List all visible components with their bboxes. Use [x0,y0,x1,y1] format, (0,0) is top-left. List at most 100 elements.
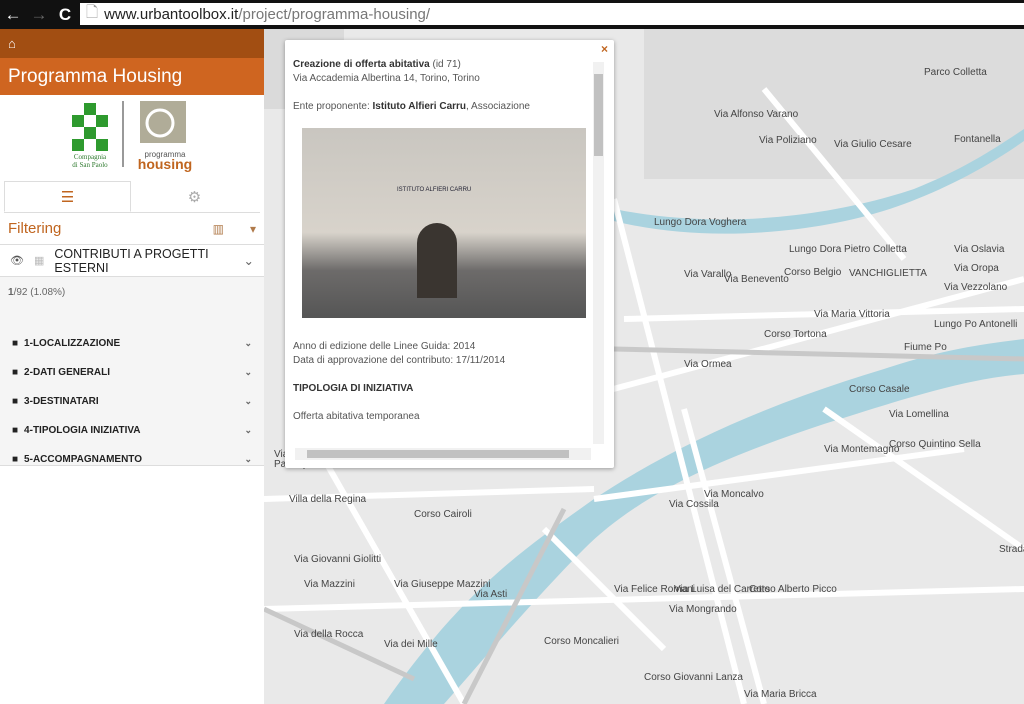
folder-icon: ■ [12,367,19,378]
horizontal-scrollbar[interactable] [295,448,591,460]
chevron-down-icon[interactable]: ⌄ [244,367,252,378]
result-count: 1/92 (1.08%) [8,287,66,298]
map-label: Corso Tortona [764,329,827,340]
popup-data: Data di approvazione del contributo: 17/… [293,355,506,366]
map-label: Via Giuseppe Mazzini [394,579,491,590]
map-label: Via Giovanni Giolitti [294,554,382,565]
tab-bar: ☰ ⚙ [4,181,260,213]
map-label: Lungo Dora Voghera [654,217,747,228]
map-label: Via Felice Romani [614,584,695,595]
compagnia-logo: Compagnia di San Paolo programma housing [72,101,192,172]
tab-filters[interactable]: ☰ [4,181,131,212]
map-label: Corso Cairoli [414,509,472,520]
category-item[interactable]: ■ 1-LOCALIZZAZIONE ⌄ [0,329,264,358]
category-label: 3-DESTINATARI [24,396,99,407]
map-label: Fiume Po [904,342,947,353]
category-label: 5-ACCOMPAGNAMENTO [24,454,143,465]
map-label: Via dei Mille [384,639,438,650]
tab-settings[interactable]: ⚙ [131,181,258,212]
map-label: Via Asti [474,589,508,600]
category-item[interactable]: ■ 5-ACCOMPAGNAMENTO ⌄ [0,445,264,474]
scroll-thumb[interactable] [307,450,569,458]
map-label: Corso Casale [849,384,910,395]
map-label: Corso Moncalieri [544,636,620,647]
map-label: Lungo Dora Pietro Colletta [789,244,907,255]
reload-button[interactable]: C [52,5,78,25]
folder-icon: ■ [12,396,19,407]
category-label: 2-DATI GENERALI [24,367,110,378]
map-label: Via Alfonso Varano [714,109,799,120]
logos: Compagnia di San Paolo programma housing [0,95,264,179]
map-label: Via Benevento [724,274,789,285]
top-bar: ⌂ [0,29,264,58]
layer-row[interactable]: 👁 ▦ CONTRIBUTI A PROGETTI ESTERNI ⌄ [0,245,264,277]
map-label: Via Giulio Cesare [834,139,912,150]
scroll-thumb[interactable] [594,74,603,156]
sidebar: ⌂ Programma Housing Compagnia di San Pao… [0,29,264,704]
map-label: Strada Comunale Val S. Martino [999,544,1024,555]
map-label: Via Varallo [684,269,732,280]
folder-icon: ■ [12,454,19,465]
svg-text:Compagnia: Compagnia [74,153,107,161]
map-label: Via Vezzolano [944,282,1008,293]
category-item[interactable]: ■ 4-TIPOLOGIA INIZIATIVA ⌄ [0,416,264,445]
filter-panel: 1/92 (1.08%) ■ 1-LOCALIZZAZIONE ⌄ ■ 2-DATI G… [0,277,264,466]
forward-button[interactable]: → [26,5,52,25]
popup-section: TIPOLOGIA DI INIZIATIVA [293,383,414,394]
url-path: /project/programma-housing/ [238,5,431,23]
popup-content: Creazione di offerta abitativa (id 71) V… [293,58,589,424]
map-label: Via Oslavia [954,244,1005,255]
map-label: Via della Rocca [294,629,364,640]
popup-address: Via Accademia Albertina 14, Torino, Tori… [293,73,480,84]
map-label: Via Maria Bricca [744,689,817,700]
category-item[interactable]: ■ 2-DATI GENERALI ⌄ [0,358,264,387]
address-bar[interactable]: 🗋 www.urbantoolbox.it/project/programma-h… [80,3,1024,25]
chevron-down-icon[interactable]: ⌄ [244,454,252,465]
map-label: Parco Colletta [924,67,987,78]
back-button[interactable]: ← [0,5,26,25]
feature-popup: × Creazione di offerta abitativa (id 71)… [285,40,614,468]
map-label: Lungo Po Antonelli [934,319,1018,330]
photo-sign: ISTITUTO ALFIERI CARRU [397,187,472,193]
map-label: Fontanella [954,134,1001,145]
grid-icon: ▦ [33,255,45,267]
chart-icon[interactable]: ▥ [213,222,224,236]
popup-tipologia: Offerta abitativa temporanea [293,411,420,422]
popup-anno: Anno di edizione delle Linee Guida: 2014 [293,341,476,352]
map-label: Corso Quintino Sella [889,439,981,450]
chevron-down-icon[interactable]: ⌄ [244,425,252,436]
map-label: Via Maria Vittoria [814,309,890,320]
eye-icon[interactable]: 👁 [10,254,24,267]
category-item[interactable]: ■ 3-DESTINATARI ⌄ [0,387,264,416]
chevron-down-icon[interactable]: ⌄ [244,338,252,349]
browser-toolbar: ← → C 🗋 www.urbantoolbox.it/project/progr… [0,0,1024,29]
map-label: Via Poliziano [759,135,817,146]
map-label: Villa della Regina [289,494,367,505]
chevron-down-icon[interactable]: ⌄ [244,396,252,407]
svg-text:housing: housing [138,156,192,172]
home-icon[interactable]: ⌂ [8,36,16,51]
map-label: VANCHIGLIETTA [849,268,927,279]
map-label: Via Cossila [669,499,719,510]
sliders-icon: ☰ [60,188,75,206]
map-label: Via Ormea [684,359,732,370]
chevron-down-icon[interactable]: ⌄ [244,253,254,268]
caret-down-icon[interactable]: ▾ [250,222,256,236]
ente-name: Istituto Alfieri Carru [372,101,467,112]
close-icon[interactable]: × [601,42,608,56]
layer-label: CONTRIBUTI A PROGETTI ESTERNI [54,246,209,275]
popup-title: Creazione di offerta abitativa [293,59,430,70]
filtering-header: Filtering ▥ ▾ [0,213,264,245]
map-label: Via Mongrando [669,604,737,615]
gear-icon: ⚙ [187,188,202,206]
vertical-scrollbar[interactable] [593,62,604,444]
category-label: 1-LOCALIZZAZIONE [24,338,121,349]
filtering-label: Filtering [8,220,62,237]
ente-type: , Associazione [466,101,530,112]
building-photo: ISTITUTO ALFIERI CARRU [302,128,586,318]
map-label: Via Oropa [954,263,999,274]
url-host: www.urbantoolbox.it [104,5,239,23]
folder-icon: ■ [12,338,19,349]
popup-id: (id 71) [432,59,461,70]
category-label: 4-TIPOLOGIA INIZIATIVA [24,425,141,436]
